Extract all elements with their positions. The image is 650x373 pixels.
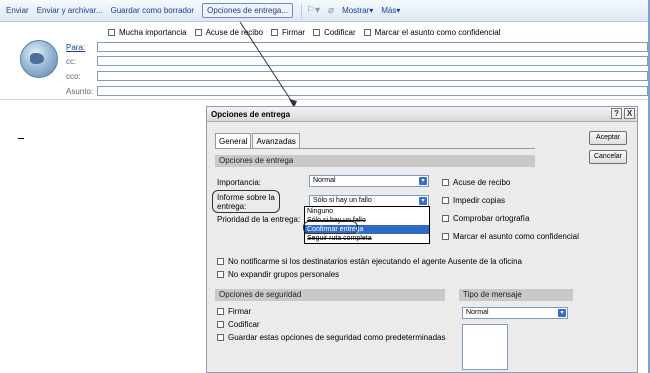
mark-confidential-option[interactable]: Marcar el asunto como confidencial [442, 232, 579, 241]
message-type-section-header: Tipo de mensaje [459, 289, 573, 301]
dialog-tabs: General Avanzadas [215, 133, 301, 148]
sign-option[interactable]: Firmar [217, 307, 251, 316]
dropdown-option-none[interactable]: Ninguno [305, 207, 429, 216]
prevent-copies-option[interactable]: Impedir copias [442, 196, 505, 205]
security-options-section-header: Opciones de seguridad [215, 289, 445, 301]
chevron-down-icon: ▾ [419, 197, 427, 205]
read-receipt-checkbox[interactable] [442, 179, 449, 186]
mail-compose-window: Enviar Enviar y archivar... Guardar como… [0, 0, 650, 373]
message-type-listbox[interactable] [462, 324, 508, 370]
no-notify-absent-option[interactable]: No notificarme si los destinatarios está… [217, 257, 522, 266]
encrypt-option[interactable]: Codificar [217, 320, 260, 329]
annotation-oval-confirm-delivery [303, 221, 358, 234]
chevron-down-icon: ▾ [558, 309, 566, 317]
encrypt-checkbox[interactable] [217, 321, 224, 328]
dropdown-option-full-route[interactable]: Seguir ruta completa [305, 234, 429, 243]
no-expand-groups-option[interactable]: No expandir grupos personales [217, 270, 339, 279]
read-receipt-option[interactable]: Acuse de recibo [442, 178, 510, 187]
save-security-default-option[interactable]: Guardar estas opciones de seguridad como… [217, 333, 445, 342]
spell-check-checkbox[interactable] [442, 215, 449, 222]
dialog-title-bar: Opciones de entrega ? X [207, 107, 637, 122]
no-notify-absent-checkbox[interactable] [217, 258, 224, 265]
importance-label: Importancia: [217, 178, 262, 187]
annotation-oval-report-label [212, 190, 280, 213]
close-button[interactable]: X [624, 108, 635, 119]
no-expand-groups-checkbox[interactable] [217, 271, 224, 278]
tab-advanced[interactable]: Avanzadas [252, 133, 300, 148]
spell-check-option[interactable]: Comprobar ortografía [442, 214, 529, 223]
dialog-title: Opciones de entrega [211, 109, 291, 119]
tab-underline [215, 148, 535, 149]
importance-select[interactable]: Normal ▾ [309, 175, 429, 187]
delivery-priority-label: Prioridad de la entrega: [217, 215, 301, 224]
tab-general[interactable]: General [215, 133, 252, 148]
save-security-default-checkbox[interactable] [217, 334, 224, 341]
prevent-copies-checkbox[interactable] [442, 197, 449, 204]
message-type-select[interactable]: Normal ▾ [462, 307, 568, 319]
cancel-button[interactable]: Cancelar [589, 150, 627, 164]
help-button[interactable]: ? [611, 108, 622, 119]
chevron-down-icon: ▾ [419, 177, 427, 185]
delivery-options-section-header: Opciones de entrega [215, 155, 535, 167]
sign-checkbox[interactable] [217, 308, 224, 315]
accept-button[interactable]: Aceptar [589, 131, 627, 145]
mark-confidential-checkbox[interactable] [442, 233, 449, 240]
